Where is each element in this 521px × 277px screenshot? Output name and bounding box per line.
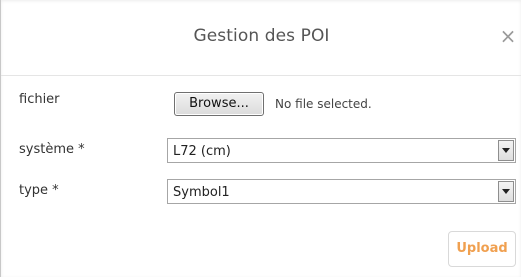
file-status: No file selected. <box>275 97 372 111</box>
type-select[interactable]: Symbol1 <box>167 179 516 204</box>
poi-dialog: Gestion des POI × fichier Browse... No f… <box>0 0 521 277</box>
system-dropdown-button[interactable] <box>498 140 514 161</box>
system-select[interactable]: L72 (cm) <box>167 138 516 163</box>
file-label: fichier <box>19 92 60 107</box>
system-select-value: L72 (cm) <box>173 144 231 159</box>
chevron-down-icon <box>502 148 510 153</box>
system-label: système * <box>19 142 85 157</box>
chevron-down-icon <box>502 189 510 194</box>
type-label: type * <box>19 183 59 198</box>
upload-button[interactable]: Upload <box>448 231 516 267</box>
browse-button[interactable]: Browse... <box>174 92 264 116</box>
type-select-value: Symbol1 <box>173 185 230 200</box>
type-dropdown-button[interactable] <box>498 181 514 202</box>
dialog-title: Gestion des POI <box>193 26 330 46</box>
close-icon[interactable]: × <box>498 24 518 48</box>
dialog-header: Gestion des POI × <box>1 0 521 76</box>
